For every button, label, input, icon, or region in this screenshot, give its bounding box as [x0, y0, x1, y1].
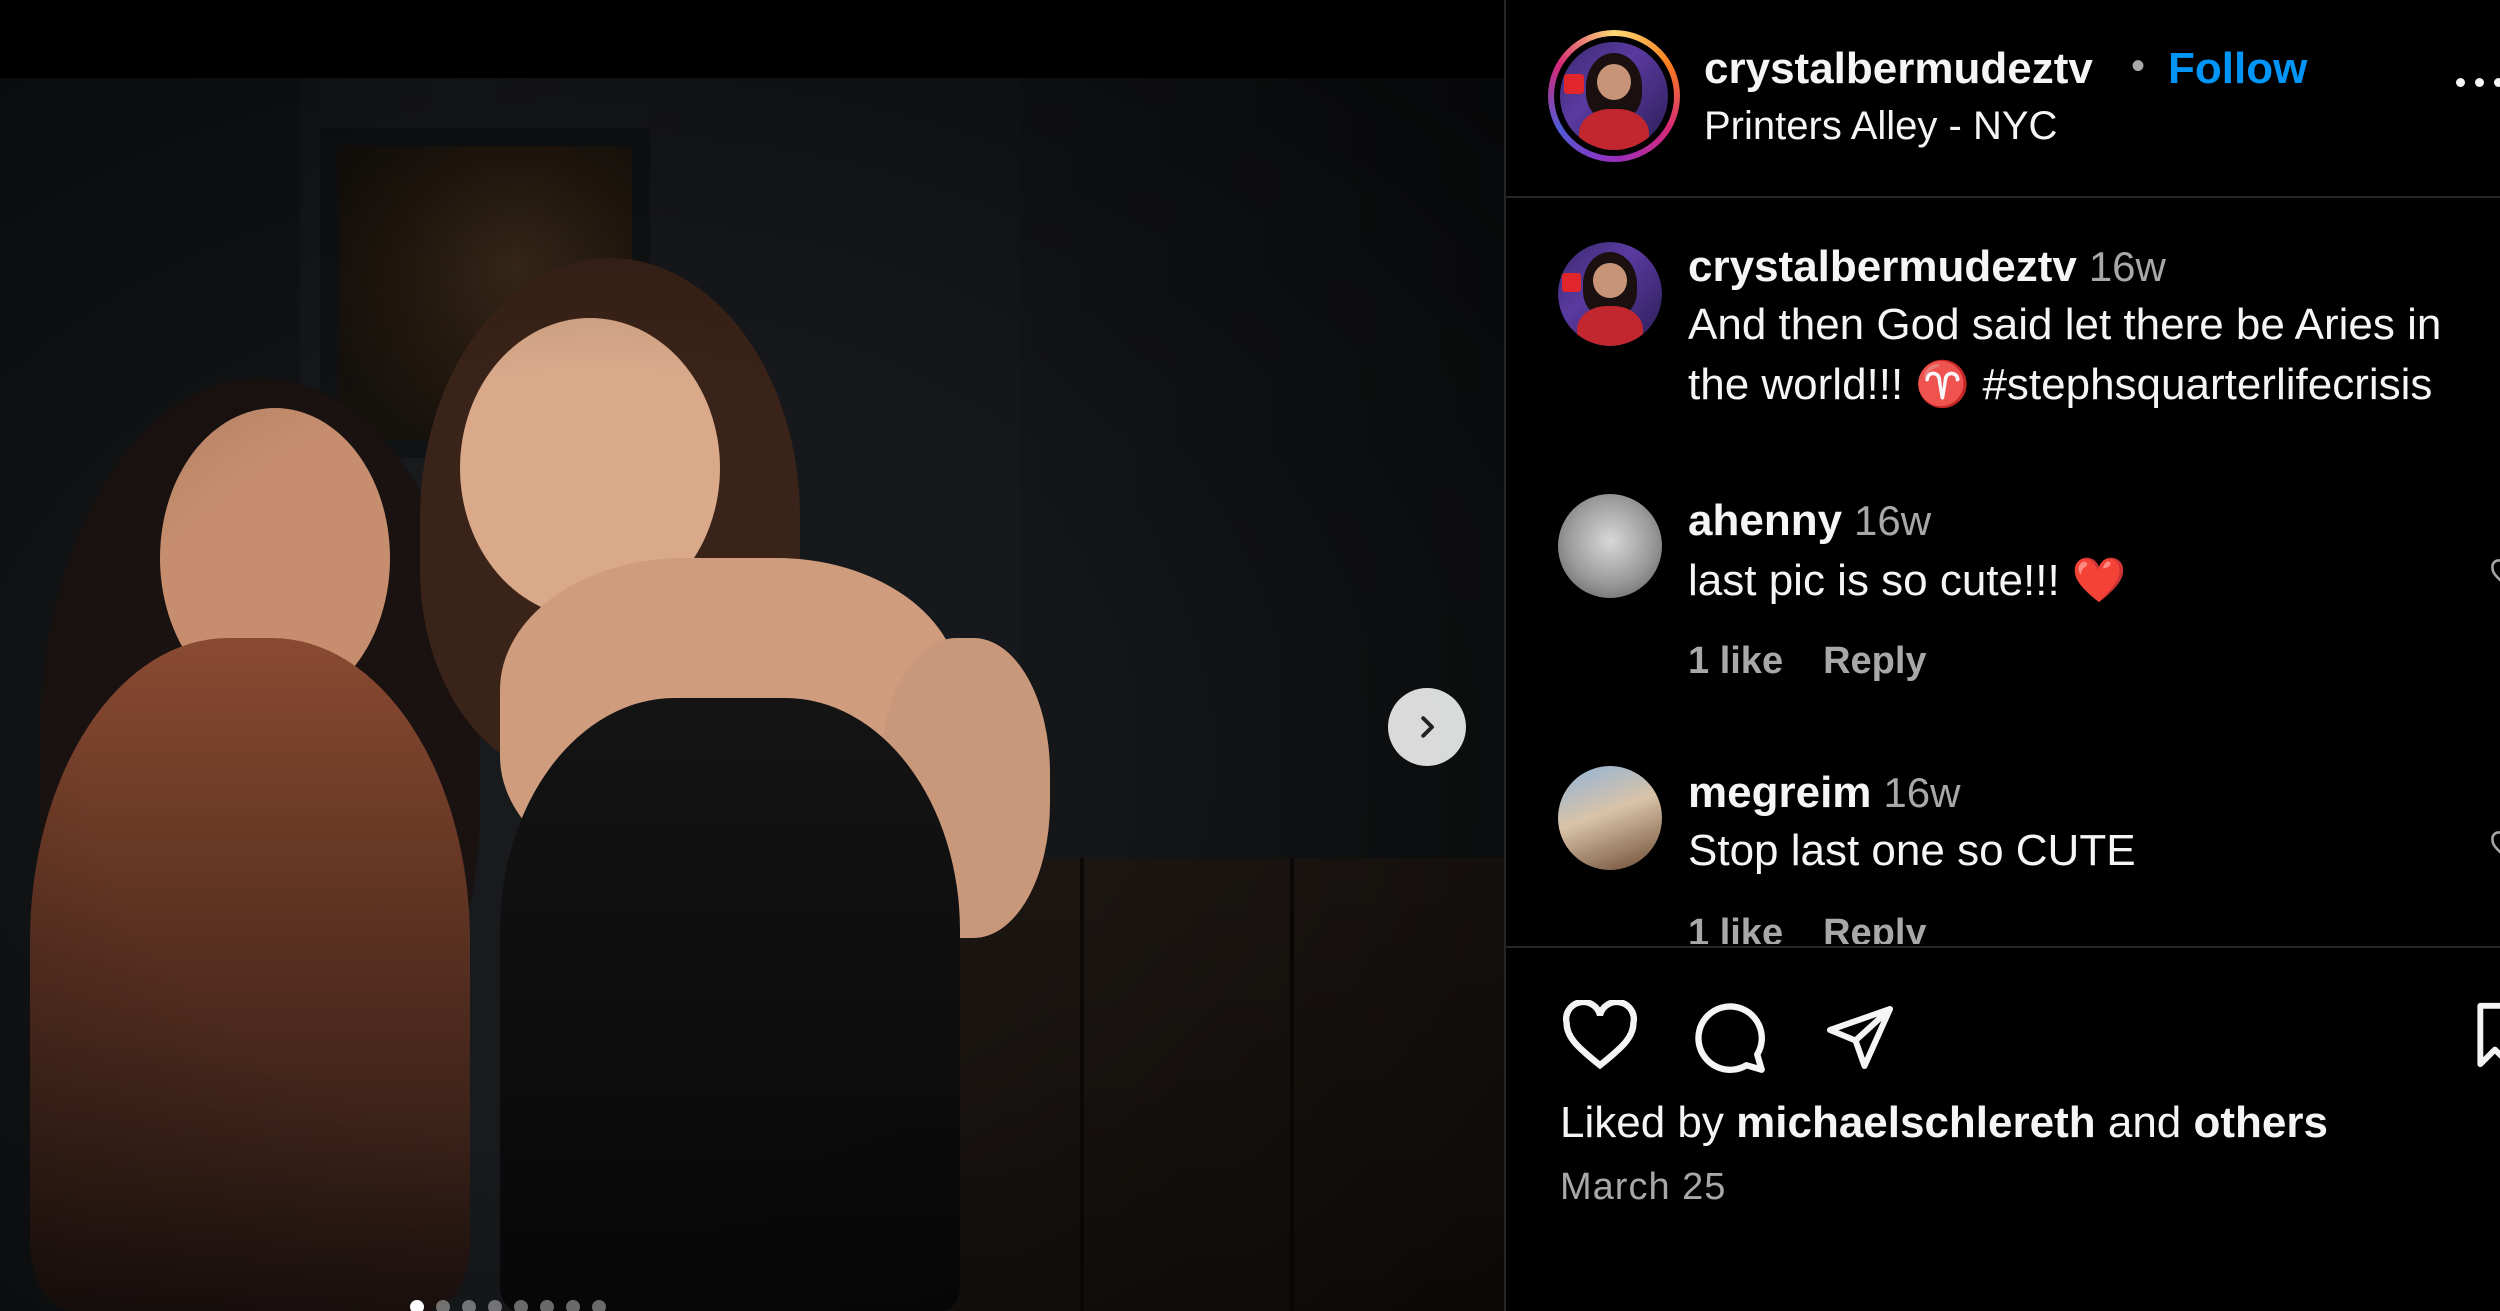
- post-date[interactable]: March 25: [1560, 1166, 1726, 1209]
- follow-button[interactable]: Follow: [2168, 44, 2307, 94]
- send-icon[interactable]: [1822, 1000, 1898, 1072]
- comment-meta: 1 like Reply: [1688, 640, 1927, 683]
- comment-username[interactable]: megreim 16w: [1688, 768, 1960, 818]
- header-username-link[interactable]: crystalbermudeztv: [1704, 44, 2093, 94]
- comment-avatar[interactable]: [1558, 766, 1662, 870]
- carousel-dot[interactable]: [462, 1300, 476, 1311]
- liked-by-prefix: Liked by: [1560, 1098, 1724, 1147]
- post-photo: [0, 78, 1504, 1311]
- comment-like-count[interactable]: 1 like: [1688, 640, 1783, 682]
- bookmark-icon[interactable]: [2472, 1000, 2500, 1070]
- header-separator: •: [2131, 44, 2146, 88]
- carousel-dot[interactable]: [592, 1300, 606, 1311]
- comment-username-text[interactable]: megreim: [1688, 768, 1871, 817]
- post-sidebar: crystalbermudeztv • Follow Printers Alle…: [1504, 0, 2500, 1311]
- more-options-icon[interactable]: [2456, 78, 2500, 87]
- caption-time: 16w: [2088, 243, 2166, 290]
- post-header: crystalbermudeztv • Follow Printers Alle…: [1506, 0, 2500, 198]
- carousel-dot[interactable]: [488, 1300, 502, 1311]
- caption-username[interactable]: crystalbermudeztv 16w: [1688, 242, 2166, 292]
- comment-reply-button[interactable]: Reply: [1823, 912, 1926, 944]
- photo-vignette: [0, 78, 1504, 1311]
- liked-by-others-link[interactable]: others: [2194, 1098, 2328, 1147]
- comment-meta: 1 like Reply: [1688, 912, 1927, 944]
- heart-icon[interactable]: [1560, 1000, 1640, 1070]
- liked-by-and: and: [2107, 1098, 2182, 1147]
- carousel-dot[interactable]: [540, 1300, 554, 1311]
- liked-by-summary: Liked by michaelschlereth and others: [1560, 1098, 2328, 1148]
- chevron-right-icon: [1421, 716, 1434, 738]
- caption-text-line: the world!!! ♈ #stephsquarterlifecrisis: [1688, 360, 2433, 409]
- location-link[interactable]: Printers Alley - NYC: [1704, 104, 2057, 149]
- carousel-dot[interactable]: [566, 1300, 580, 1311]
- post-media: [0, 0, 1504, 1311]
- comment-time: 16w: [1854, 497, 1932, 544]
- next-slide-button[interactable]: [1388, 688, 1466, 766]
- comments-list: crystalbermudeztv 16w And then God said l…: [1506, 200, 2500, 944]
- carousel-dot[interactable]: [436, 1300, 450, 1311]
- comment-username[interactable]: ahenny 16w: [1688, 496, 1931, 546]
- caption-username-text[interactable]: crystalbermudeztv: [1688, 242, 2077, 291]
- comment-text: Stop last one so CUTE: [1688, 826, 2136, 875]
- caption-text-line: And then God said let there be Aries in: [1688, 300, 2442, 349]
- carousel-indicators: [410, 1300, 606, 1311]
- comment-like-count[interactable]: 1 like: [1688, 912, 1783, 944]
- story-avatar-ring[interactable]: [1548, 30, 1680, 162]
- comment-time: 16w: [1883, 769, 1961, 816]
- comment-username-text[interactable]: ahenny: [1688, 496, 1842, 545]
- liked-by-user-link[interactable]: michaelschlereth: [1736, 1098, 2096, 1147]
- comment-icon[interactable]: [1692, 1000, 1768, 1076]
- heart-outline-icon[interactable]: [2490, 830, 2500, 860]
- comment-avatar[interactable]: [1558, 494, 1662, 598]
- comment-reply-button[interactable]: Reply: [1823, 640, 1926, 682]
- carousel-dot[interactable]: [410, 1300, 424, 1311]
- avatar: [1560, 42, 1668, 150]
- post-actions: Liked by michaelschlereth and others Mar…: [1506, 946, 2500, 1311]
- carousel-dot[interactable]: [514, 1300, 528, 1311]
- heart-outline-icon[interactable]: [2490, 558, 2500, 588]
- caption-avatar[interactable]: [1558, 242, 1662, 346]
- comment-text: last pic is so cute!!! ❤️: [1688, 556, 2127, 605]
